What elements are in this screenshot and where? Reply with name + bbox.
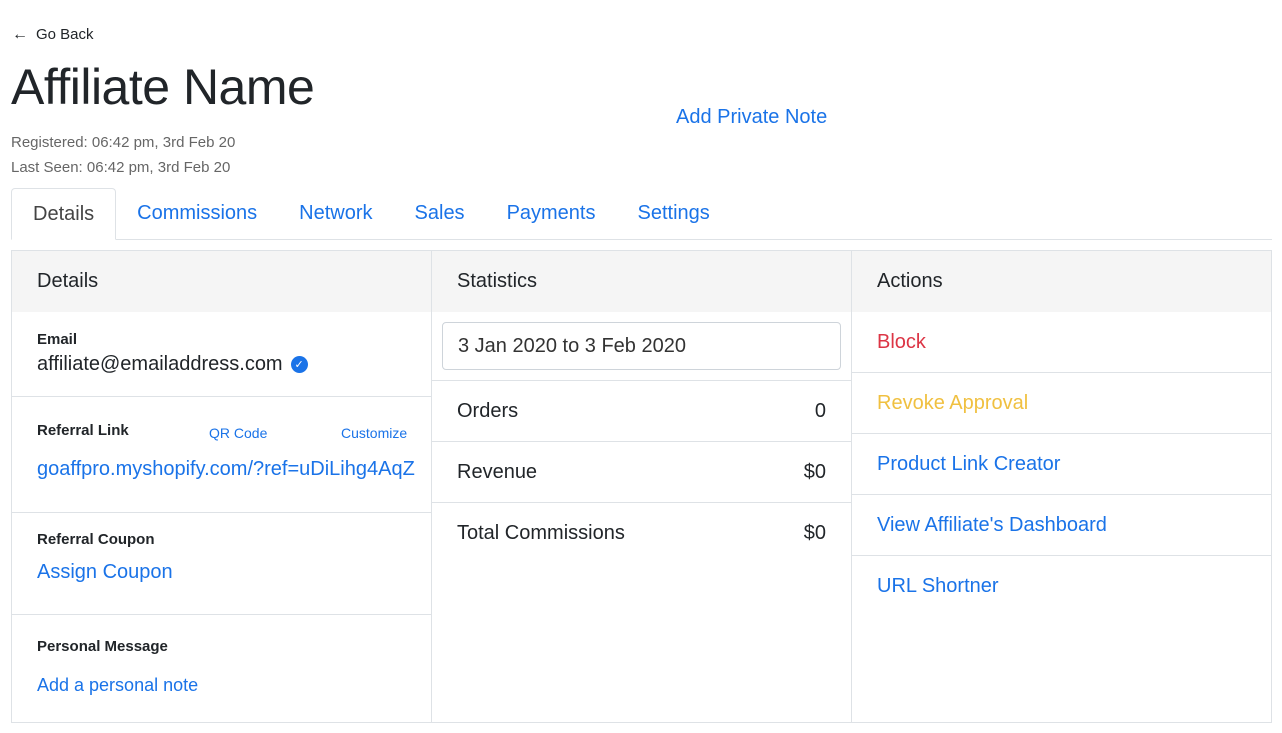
- details-heading: Details: [12, 251, 431, 312]
- stat-row-orders: Orders 0: [432, 381, 851, 442]
- personal-message-label: Personal Message: [37, 638, 168, 655]
- stat-value: $0: [803, 522, 826, 544]
- stat-label: Total Commissions: [457, 522, 625, 544]
- stat-row-total-commissions: Total Commissions $0: [432, 503, 851, 564]
- tab-payments[interactable]: Payments: [486, 187, 617, 239]
- stat-value: 0: [814, 399, 826, 422]
- url-shortener-action[interactable]: URL Shortner: [852, 556, 1271, 617]
- stat-label: Revenue: [457, 460, 538, 483]
- stat-label: Orders: [457, 399, 519, 422]
- email-section: Email affiliate@emailaddress.com ✓: [12, 312, 431, 397]
- go-back-label: Go Back: [36, 26, 94, 43]
- verified-check-icon: ✓: [290, 356, 308, 373]
- tab-settings[interactable]: Settings: [617, 187, 731, 239]
- tab-commissions[interactable]: Commissions: [116, 187, 278, 239]
- actions-panel: Actions Block Revoke Approval Product Li…: [851, 250, 1272, 723]
- tab-details[interactable]: Details: [11, 188, 117, 240]
- email-row: affiliate@emailaddress.com ✓: [37, 353, 431, 376]
- referral-coupon-section: Referral Coupon Assign Coupon: [12, 513, 431, 615]
- product-link-creator-action[interactable]: Product Link Creator: [852, 434, 1271, 495]
- arrow-left-icon: ←: [12, 25, 28, 43]
- customize-link[interactable]: Customize: [341, 425, 407, 441]
- tab-sales[interactable]: Sales: [394, 187, 486, 239]
- add-personal-note-link[interactable]: Add a personal note: [37, 675, 431, 696]
- assign-coupon-link[interactable]: Assign Coupon: [37, 561, 431, 584]
- tab-network[interactable]: Network: [278, 187, 393, 239]
- revoke-approval-action[interactable]: Revoke Approval: [852, 373, 1271, 434]
- go-back-link[interactable]: ← Go Back: [12, 26, 94, 43]
- actions-heading: Actions: [852, 251, 1271, 312]
- actions-list: Block Revoke Approval Product Link Creat…: [852, 312, 1271, 617]
- personal-message-section: Personal Message Add a personal note: [12, 615, 431, 696]
- block-action[interactable]: Block: [852, 312, 1271, 373]
- details-panel: Details Email affiliate@emailaddress.com…: [11, 250, 432, 723]
- page-title: Affiliate Name: [11, 59, 315, 115]
- view-affiliate-dashboard-action[interactable]: View Affiliate's Dashboard: [852, 495, 1271, 556]
- registered-text: Registered: 06:42 pm, 3rd Feb 20: [11, 134, 236, 151]
- email-value: affiliate@emailaddress.com: [37, 353, 283, 375]
- referral-coupon-label: Referral Coupon: [37, 531, 155, 548]
- add-private-note-link[interactable]: Add Private Note: [676, 106, 827, 129]
- email-label: Email: [37, 331, 78, 348]
- stat-value: $0: [803, 460, 826, 483]
- last-seen-text: Last Seen: 06:42 pm, 3rd Feb 20: [11, 159, 231, 176]
- stat-row-revenue: Revenue $0: [432, 442, 851, 503]
- referral-link-url[interactable]: goaffpro.myshopify.com/?ref=uDiLihg4AqZ: [37, 458, 431, 481]
- tab-bar: Details Commissions Network Sales Paymen…: [11, 188, 1272, 240]
- statistics-panel: Statistics 3 Jan 2020 to 3 Feb 2020 Orde…: [431, 250, 852, 723]
- date-range-picker[interactable]: 3 Jan 2020 to 3 Feb 2020: [442, 322, 841, 370]
- referral-link-section: Referral Link QR Code Customize goaffpro…: [12, 397, 431, 513]
- statistics-heading: Statistics: [432, 251, 851, 312]
- qr-code-link[interactable]: QR Code: [209, 425, 267, 441]
